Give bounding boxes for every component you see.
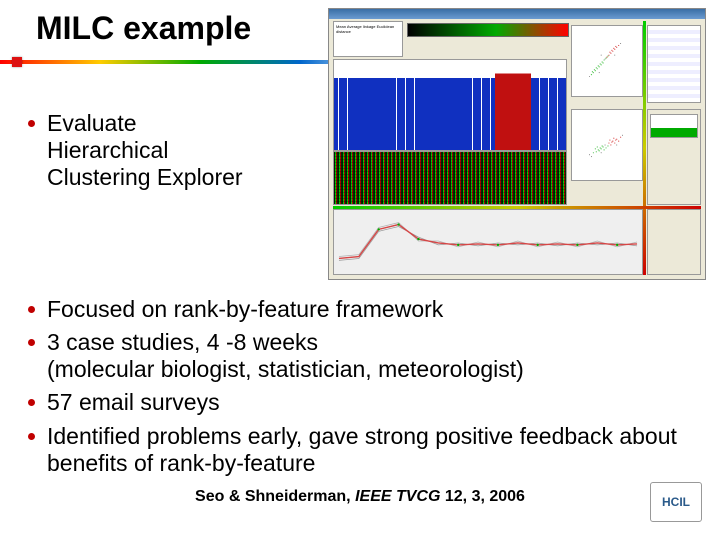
bullet-line: Evaluate [47,110,137,136]
slide: MILC example Mean Average linkage Euclid… [0,0,720,540]
bullet-text: Focused on rank-by-feature framework [47,296,443,323]
bullet-group-top: Evaluate Hierarchical Clustering Explore… [28,110,692,197]
bullet-item: Focused on rank-by-feature framework [28,296,692,323]
slide-title: MILC example [36,10,251,47]
rank-controls [647,209,701,275]
bullet-text: Identified problems early, gave strong p… [47,423,692,477]
bullet-text: Evaluate Hierarchical Clustering Explore… [47,110,243,191]
window-titlebar [329,9,705,19]
bullet-item: 57 email surveys [28,389,692,416]
property-grid [647,25,701,103]
bullet-dot-icon [28,120,35,127]
bullet-dot-icon [28,433,35,440]
citation-authors: Seo & Shneiderman, [195,488,355,505]
scatter-top [571,25,643,97]
citation-venue: IEEE TVCG [355,488,445,505]
bullet-text: 57 email surveys [47,389,220,416]
bullet-item: Identified problems early, gave strong p… [28,423,692,477]
bullet-subline: Hierarchical Clustering Explorer [47,137,243,191]
bullet-dot-icon [28,399,35,406]
bullet-line: 3 case studies, 4 -8 weeks [47,329,318,355]
bullet-text: 3 case studies, 4 -8 weeks (molecular bi… [47,329,524,383]
logo-text: HCIL [662,495,690,509]
profile-plot [333,209,643,275]
citation-detail: 12, 3, 2006 [445,488,525,505]
color-gradient-bar [407,23,569,37]
bullet-item: 3 case studies, 4 -8 weeks (molecular bi… [28,329,692,383]
hcil-logo: HCIL [650,482,702,522]
citation: Seo & Shneiderman, IEEE TVCG 12, 3, 2006 [0,488,720,506]
bullet-dot-icon [28,306,35,313]
title-marker [12,57,22,67]
bullet-dot-icon [28,339,35,346]
bullet-item: Evaluate Hierarchical Clustering Explore… [28,110,692,191]
legend-panel: Mean Average linkage Euclidean distance [333,21,403,57]
bullet-subline: (molecular biologist, statistician, mete… [47,356,524,383]
bullet-group-bottom: Focused on rank-by-feature framework 3 c… [28,296,692,483]
